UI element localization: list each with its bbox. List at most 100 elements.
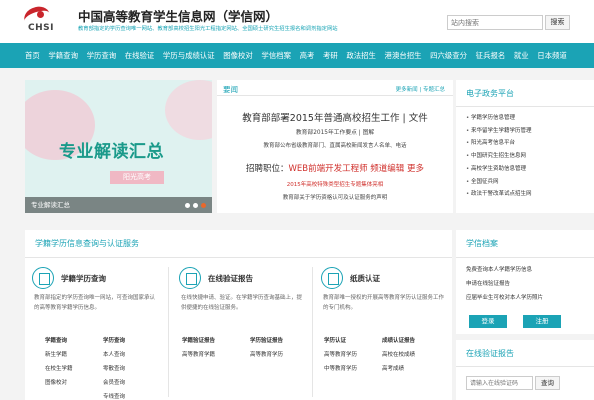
nav-item-japan[interactable]: 日本频道 [537,50,567,61]
degree-services-panel: 学籍学历信息查询与认证服务 学籍学历查询 教育部指定的学历查询唯一网站，可查询国… [25,230,452,400]
service-link[interactable]: 本人查询 [103,350,125,358]
promo-banner[interactable]: 专业解读汇总 阳光高考 专业解读汇总 [25,80,212,213]
nav-item-kaoyan[interactable]: 考研 [323,50,338,61]
archive-panel: 学信档案 免费查询本人学籍学历信息 申请在线验证报告 应届毕业生可校对本人学历照… [456,230,594,334]
column-divider [312,267,313,397]
nav-item-home[interactable]: 首页 [25,50,40,61]
register-button[interactable]: 注册 [523,315,561,328]
news-item-highlight[interactable]: 2015年高校特殊类型招生专题集体亮相 [217,180,453,188]
degree-services-title: 学籍学历信息查询与认证服务 [35,239,139,248]
more-news-link[interactable]: 更多新闻 [396,87,418,93]
nav-item-zhengfa[interactable]: 政法招生 [346,50,376,61]
service-link[interactable]: 高校在校成绩 [382,350,415,358]
service-subheading[interactable]: 学籍查询 [45,336,67,344]
service-link[interactable]: 会员查询 [103,378,125,386]
egov-panel: 电子政务平台 学籍学历信息管理 来华留学生学籍学历管理 阳光高考信息平台 中国研… [456,80,594,213]
divider [456,106,594,107]
stamp-icon [321,267,343,289]
egov-link[interactable]: 阳光高考信息平台 [466,137,532,150]
service-link[interactable]: 高等教育学历 [250,350,283,358]
egov-link[interactable]: 高校学生资助信息管理 [466,163,532,176]
banner-headline: 专业解读汇总 [59,142,164,162]
service-subheading[interactable]: 学历认证 [324,336,346,344]
service-link[interactable]: 零散查询 [103,364,125,372]
main-nav: 首页 学籍查询 学历查询 在线验证 学历与成绩认证 图像校对 学信档案 高考 考… [0,43,594,68]
carousel-dots [185,203,206,208]
news-title: 要闻 [223,85,238,94]
service-subheading[interactable]: 成绩认证报告 [382,336,415,344]
service-description: 在线快捷申请、验证。在学籍学历查询基础上，提供便捷的在线验证服务。 [181,295,303,311]
service-heading[interactable]: 纸质认证 [350,273,380,284]
online-verify-panel: 在线验证报告 查询 [456,340,594,400]
banner-decoration [165,80,212,140]
news-item[interactable]: 教育部关于学历资格认可及认证服务的声明 [217,193,453,201]
service-heading[interactable]: 在线验证报告 [208,273,253,284]
egov-link[interactable]: 政法干警改革试点招生网 [466,188,532,201]
verify-query-button[interactable]: 查询 [535,376,560,390]
nav-item-image-check[interactable]: 图像校对 [223,50,253,61]
column-divider [168,267,169,397]
job-label: 招聘职位： [245,164,289,174]
archive-title: 学信档案 [466,239,498,248]
news-header: 要闻 更多新闻 | 专题汇总 [217,80,453,96]
site-title: 中国高等教育学生信息网（学信网） [78,9,279,24]
carousel-dot-active[interactable] [201,203,206,208]
verify-code-input[interactable] [466,376,533,390]
nav-item-online-verify[interactable]: 在线验证 [125,50,155,61]
service-subheading[interactable]: 学籍验证报告 [182,336,215,344]
egov-link[interactable]: 全国征兵网 [466,176,532,189]
carousel-dot[interactable] [193,203,198,208]
service-link[interactable]: 高考成绩 [382,364,404,372]
service-link[interactable]: 中等教育学历 [324,364,357,372]
service-heading[interactable]: 学籍学历查询 [61,273,106,284]
divider [25,257,452,258]
divider [456,257,594,258]
service-link[interactable]: 在校生学籍 [45,364,73,372]
archive-feature: 应届毕业生可校对本人学历照片 [466,295,544,301]
service-subheading[interactable]: 学历验证报告 [250,336,283,344]
site-search-input[interactable] [447,15,543,30]
archive-feature: 免费查询本人学籍学历信息 [466,267,533,273]
carousel-dot[interactable] [185,203,190,208]
service-subheading[interactable]: 学历查询 [103,336,125,344]
service-link[interactable]: 高等教育学历 [324,350,357,358]
news-more-links: 更多新闻 | 专题汇总 [395,87,445,93]
egov-title: 电子政务平台 [466,89,514,98]
site-subtitle: 教育部指定的学历查询唯一网站、教育部高校招生阳光工程指定网站、全国硕士研究生招生… [78,26,338,32]
nav-item-archive[interactable]: 学信档案 [261,50,291,61]
service-description: 教育部唯一授权的开展高等教育学历认证服务工作的专门机构。 [323,295,445,311]
nav-item-certification[interactable]: 学历与成绩认证 [163,50,215,61]
service-link[interactable]: 新生学籍 [45,350,67,358]
service-link[interactable]: 图像校对 [45,378,67,386]
job-posting[interactable]: 招聘职位：WEB前端开发工程师 频道编辑 更多 [217,162,453,174]
nav-item-xueli[interactable]: 学历查询 [87,50,117,61]
egov-link[interactable]: 来华留学生学籍学历管理 [466,125,532,138]
service-link[interactable]: 专线查询 [103,392,125,400]
job-links[interactable]: WEB前端开发工程师 频道编辑 更多 [289,164,425,174]
egov-list: 学籍学历信息管理 来华留学生学籍学历管理 阳光高考信息平台 中国研究生招生信息网… [466,112,532,201]
nav-item-gangaotai[interactable]: 港澳台招生 [385,50,422,61]
news-item[interactable]: 教育部公布省级教育部门、直属高校新闻发言人名单、电话 [217,141,453,149]
online-verify-title: 在线验证报告 [466,349,514,358]
egov-link[interactable]: 学籍学历信息管理 [466,112,532,125]
nav-item-xueji[interactable]: 学籍查询 [48,50,78,61]
nav-item-jiuye[interactable]: 就业 [514,50,529,61]
login-button[interactable]: 登录 [469,315,507,328]
banner-caption: 专业解读汇总 [25,197,212,213]
report-icon [179,267,201,289]
egov-link[interactable]: 中国研究生招生信息网 [466,150,532,163]
news-headline[interactable]: 教育部部署2015年普通高校招生工作 | 文件 [217,110,453,124]
nav-item-cet[interactable]: 四六级查分 [430,50,467,61]
news-panel: 要闻 更多新闻 | 专题汇总 教育部部署2015年普通高校招生工作 | 文件 教… [217,80,453,213]
chsi-logo[interactable]: CHSI [21,3,60,37]
special-topics-link[interactable]: 专题汇总 [423,87,445,93]
search-button[interactable]: 搜索 [545,15,570,30]
service-link[interactable]: 高等教育学籍 [182,350,215,358]
nav-item-zhengbing[interactable]: 征兵报名 [476,50,506,61]
logo-text: CHSI [28,23,54,33]
news-item[interactable]: 教育部2015年工作要点 | 图解 [217,127,453,136]
nav-item-gaokao[interactable]: 高考 [300,50,315,61]
logo-dot-icon [37,11,44,18]
divider [456,366,594,367]
site-header: CHSI 中国高等教育学生信息网（学信网） 教育部指定的学历查询唯一网站、教育部… [0,0,594,43]
